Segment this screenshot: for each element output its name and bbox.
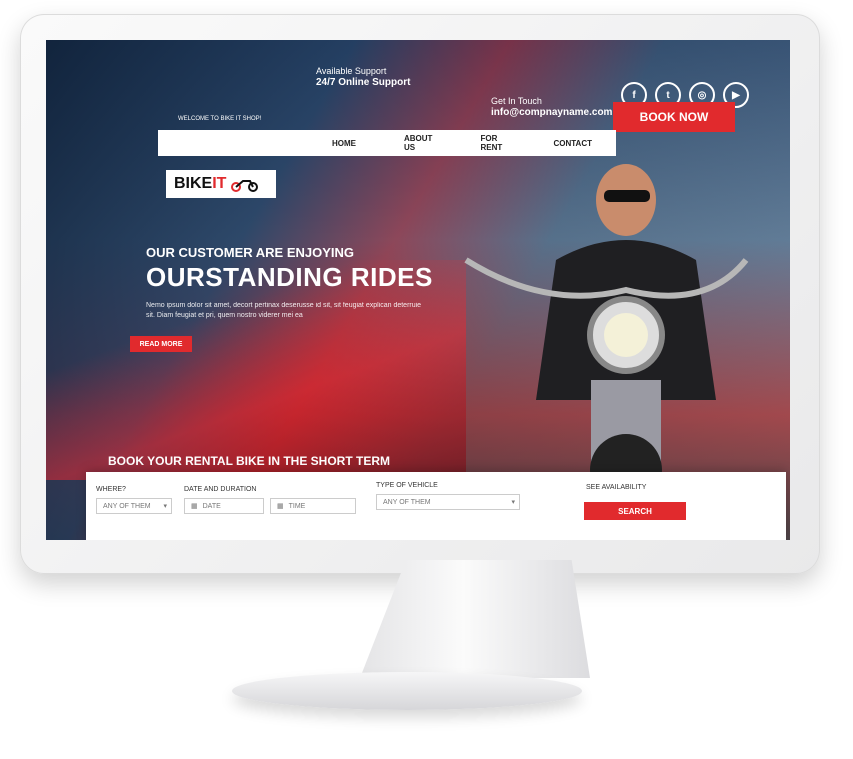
nav-item-about[interactable]: ABOUT US [380, 134, 456, 152]
support-value: 24/7 Online Support [316, 77, 411, 88]
welcome-text: WELCOME TO BIKE IT SHOP! [178, 116, 262, 122]
where-select[interactable]: ANY OF THEM ▾ [96, 498, 172, 514]
rider-motorcycle-image [464, 164, 749, 500]
motorcycle-logo-icon [231, 180, 259, 192]
where-label: WHERE? [96, 486, 126, 493]
site-logo[interactable]: BIKE IT [166, 170, 276, 198]
hero-content: OUR CUSTOMER ARE ENJOYING OURSTANDING RI… [146, 245, 433, 321]
hero-description: Nemo ipsum dolor sit amet, decort pertin… [146, 302, 422, 319]
date-input[interactable]: ▦ DATE [184, 498, 264, 514]
contact-info: Get In Touch info@compnayname.com [491, 96, 612, 118]
vehicle-value: ANY OF THEM [383, 498, 431, 506]
vehicle-select[interactable]: ANY OF THEM ▾ [376, 494, 520, 510]
contact-email[interactable]: info@compnayname.com [491, 107, 612, 118]
date-label: DATE AND DURATION [184, 486, 257, 493]
contact-label: Get In Touch [491, 96, 542, 106]
website-screen: Available Support 24/7 Online Support Ge… [46, 40, 790, 540]
monitor-stand-base [232, 672, 582, 710]
book-now-button[interactable]: BOOK NOW [613, 102, 735, 132]
logo-text-accent: IT [212, 175, 227, 192]
chevron-down-icon: ▾ [511, 499, 515, 506]
rental-strapline: BOOK YOUR RENTAL BIKE IN THE SHORT TERM [108, 454, 391, 468]
chevron-down-icon: ▾ [163, 503, 167, 510]
date-field: DATE AND DURATION ▦ DATE ▦ TIME [184, 486, 356, 514]
calendar-icon: ▦ [277, 503, 284, 510]
where-field: WHERE? ANY OF THEM ▾ [96, 486, 172, 514]
support-info: Available Support 24/7 Online Support [316, 66, 410, 88]
vehicle-field: TYPE OF VEHICLE ANY OF THEM ▾ [376, 482, 520, 510]
time-placeholder: TIME [288, 502, 306, 510]
where-value: ANY OF THEM [103, 502, 151, 510]
main-navigation: WELCOME TO BIKE IT SHOP! HOME ABOUT US F… [158, 116, 616, 156]
hero-subtitle: OUR CUSTOMER ARE ENJOYING [146, 245, 355, 260]
top-bar: Available Support 24/7 Online Support Ge… [46, 40, 790, 132]
booking-search-bar: WHERE? ANY OF THEM ▾ DATE AND DURATION ▦ D… [86, 472, 786, 540]
nav-item-home[interactable]: HOME [308, 139, 380, 148]
hero-title: OURSTANDING RIDES [146, 262, 433, 292]
date-placeholder: DATE [202, 502, 221, 510]
time-input[interactable]: ▦ TIME [270, 498, 356, 514]
logo-text: BIKE [174, 175, 213, 192]
monitor-stand-neck [360, 560, 590, 678]
read-more-button[interactable]: READ MORE [130, 336, 192, 352]
calendar-icon: ▦ [191, 503, 198, 510]
vehicle-label: TYPE OF VEHICLE [376, 482, 438, 489]
nav-item-for-rent[interactable]: FOR RENT [456, 134, 529, 152]
search-button[interactable]: SEARCH [584, 502, 686, 520]
nav-item-contact[interactable]: CONTACT [529, 139, 616, 148]
availability-label: SEE AVAILABILITY [586, 484, 647, 491]
support-label: Available Support [316, 66, 387, 76]
